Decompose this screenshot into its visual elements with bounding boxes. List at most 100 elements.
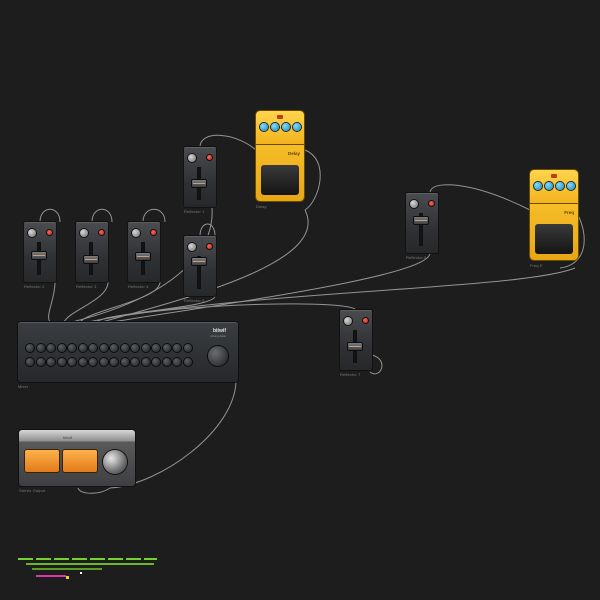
led-icon (207, 244, 212, 249)
fader-handle[interactable] (414, 217, 428, 224)
vu-meter-right (63, 450, 97, 472)
channel-knob-icon[interactable] (183, 358, 192, 366)
fader-handle[interactable] (192, 180, 206, 187)
channel-knob-icon[interactable] (78, 344, 87, 352)
module-caption: Mixer (18, 384, 29, 389)
channel-knob-icon[interactable] (99, 344, 108, 352)
legend-bar (108, 558, 123, 560)
legend-bar (36, 575, 66, 577)
channel-knob-icon[interactable] (99, 358, 108, 366)
fader-module-7[interactable]: Reflector 7 (340, 310, 372, 377)
pedal-label: Delay (287, 151, 300, 156)
module-caption: Reflector 4 (128, 284, 149, 289)
fader-module-5[interactable]: Reflector 5 (184, 236, 216, 303)
knob-icon[interactable] (567, 182, 575, 190)
fader-module-3[interactable]: Reflector 3 (76, 222, 108, 289)
channel-knob-icon[interactable] (152, 344, 160, 352)
channel-knob-icon[interactable] (110, 344, 118, 352)
legend-bar (90, 558, 105, 560)
channel-knob-icon[interactable] (36, 344, 45, 352)
fader-module-6[interactable]: Reflector 6 (406, 193, 438, 260)
channel-knob-icon[interactable] (131, 358, 139, 366)
knob-icon[interactable] (410, 200, 418, 208)
stereo-output-module[interactable]: bitwif Stereo Output (19, 430, 135, 493)
channel-knob-icon[interactable] (173, 358, 181, 366)
fader-handle[interactable] (32, 252, 46, 259)
cable (77, 487, 111, 494)
channel-knob-icon[interactable] (141, 358, 150, 366)
channel-knob-icon[interactable] (36, 358, 45, 366)
module-caption: Reflector 2 (24, 284, 45, 289)
master-knob-icon[interactable] (208, 346, 228, 366)
channel-knob-icon[interactable] (57, 344, 66, 352)
patch-canvas[interactable]: Reflector 1 Reflector 2 Reflector 3 Refl… (0, 0, 600, 600)
led-icon (277, 115, 283, 119)
channel-knob-icon[interactable] (152, 358, 160, 366)
knob-icon[interactable] (188, 243, 196, 251)
channel-knob-icon[interactable] (47, 358, 55, 366)
module-caption: Stereo Output (19, 488, 46, 493)
legend-bar (72, 558, 87, 560)
led-icon (429, 201, 434, 206)
knob-icon[interactable] (534, 182, 542, 190)
fader-handle[interactable] (192, 258, 206, 265)
knob-icon[interactable] (132, 229, 140, 237)
knob-icon[interactable] (260, 123, 268, 131)
channel-knob-icon[interactable] (26, 344, 34, 352)
channel-knob-icon[interactable] (68, 344, 76, 352)
channel-knob-icon[interactable] (183, 344, 192, 352)
legend-bar (80, 572, 82, 574)
pedal-freq[interactable]: Freq Freq E (530, 170, 578, 268)
cable-layer (39, 134, 585, 494)
channel-knob-icon[interactable] (47, 344, 55, 352)
fader-module-1[interactable]: Reflector 1 (184, 147, 216, 214)
knob-icon[interactable] (188, 154, 196, 162)
module-caption: Delay (256, 204, 267, 209)
led-icon (363, 318, 368, 323)
pedal-body: Freq (530, 204, 578, 260)
cable (91, 208, 113, 223)
channel-knob-icon[interactable] (173, 344, 181, 352)
module-caption: Reflector 7 (340, 372, 361, 377)
fader-handle[interactable] (84, 256, 98, 263)
knob-icon[interactable] (545, 182, 553, 190)
footswitch[interactable] (535, 224, 573, 254)
legend-bar (144, 558, 157, 560)
channel-knob-icon[interactable] (89, 358, 97, 366)
channel-knob-icon[interactable] (89, 344, 97, 352)
channel-knob-icon[interactable] (110, 358, 118, 366)
channel-knob-icon[interactable] (78, 358, 87, 366)
led-icon (551, 174, 557, 178)
fader-module-4[interactable]: Reflector 4 (128, 222, 160, 289)
knob-icon[interactable] (28, 229, 36, 237)
channel-knob-icon[interactable] (141, 344, 150, 352)
channel-knob-icon[interactable] (162, 344, 171, 352)
module-caption: Reflector 1 (184, 209, 205, 214)
pedal-delay[interactable]: Delay Delay (256, 111, 304, 209)
channel-knob-icon[interactable] (120, 358, 129, 366)
cable (48, 281, 56, 323)
mixer-module[interactable]: bitwif mixing desk Mixer (18, 322, 238, 389)
channel-knob-icon[interactable] (68, 358, 76, 366)
knob-icon[interactable] (80, 229, 88, 237)
channel-knob-icon[interactable] (162, 358, 171, 366)
cable (429, 184, 531, 211)
footswitch[interactable] (261, 165, 299, 195)
knob-icon[interactable] (344, 317, 352, 325)
knob-icon[interactable] (271, 123, 279, 131)
fader-module-2[interactable]: Reflector 2 (24, 222, 56, 289)
channel-knob-icon[interactable] (57, 358, 66, 366)
channel-knob-icon[interactable] (131, 344, 139, 352)
volume-knob-icon[interactable] (103, 450, 127, 474)
fader-handle[interactable] (136, 253, 150, 260)
legend-bar (54, 558, 69, 560)
knob-icon[interactable] (282, 123, 290, 131)
cable (39, 208, 61, 223)
channel-knob-icon[interactable] (120, 344, 129, 352)
fader-handle[interactable] (348, 343, 362, 350)
knob-icon[interactable] (556, 182, 564, 190)
cable (105, 303, 357, 319)
channel-knob-icon[interactable] (26, 358, 34, 366)
vu-logo: bitwif (63, 435, 73, 440)
knob-icon[interactable] (293, 123, 301, 131)
